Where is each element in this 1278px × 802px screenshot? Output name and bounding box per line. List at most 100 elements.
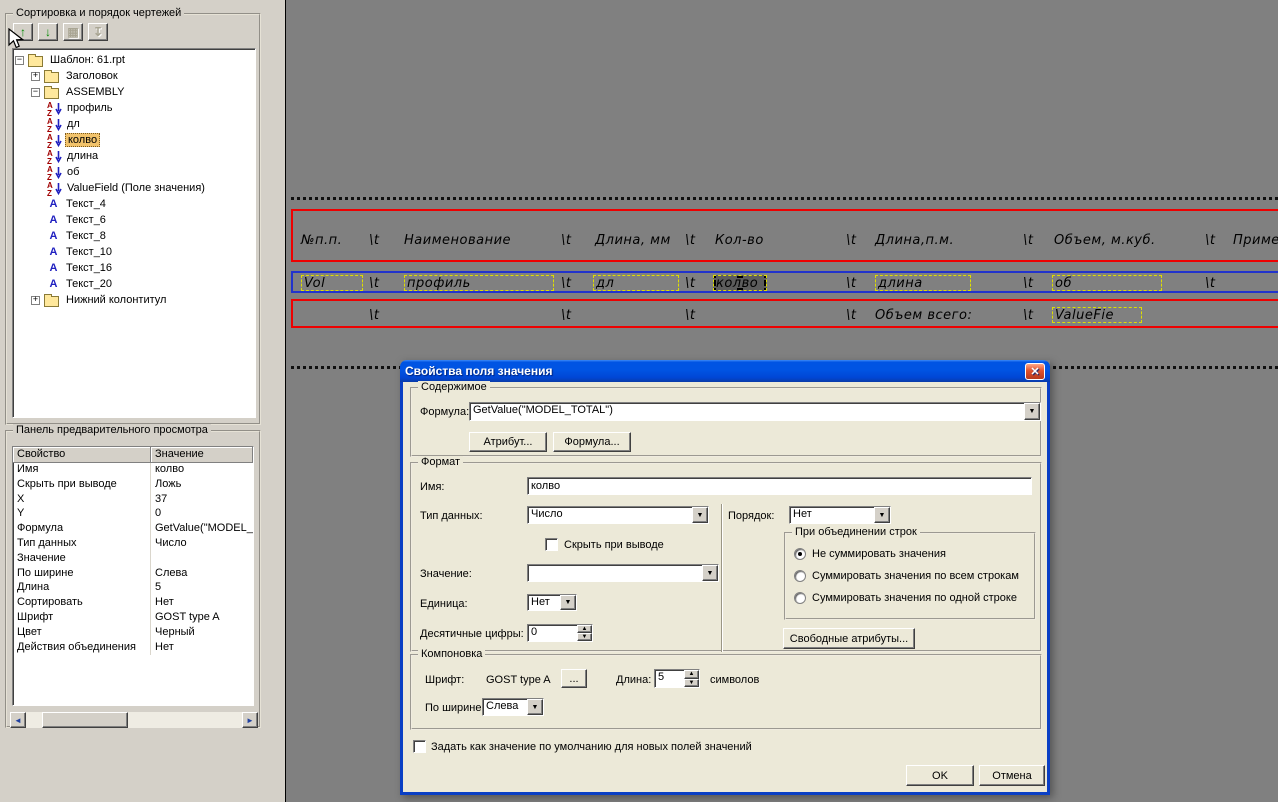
- template-cell[interactable]: Объем всего:: [875, 308, 972, 323]
- template-field[interactable]: профиль: [404, 275, 554, 291]
- hide-on-output-checkbox[interactable]: [545, 538, 558, 551]
- tree-item[interactable]: AZколво: [13, 132, 255, 148]
- length-spinner[interactable]: 5 ▲▼: [654, 669, 700, 688]
- selection-handle[interactable]: [764, 288, 767, 291]
- attribute-button[interactable]: Атрибут...: [469, 432, 547, 452]
- tree-item[interactable]: AТекст_10: [13, 244, 255, 260]
- template-cell[interactable]: \t: [369, 308, 379, 323]
- free-attributes-button[interactable]: Свободные атрибуты...: [783, 628, 915, 649]
- tree-item[interactable]: +Заголовок: [13, 68, 255, 84]
- property-row[interactable]: СортироватьНет: [13, 596, 253, 611]
- selection-handle[interactable]: [737, 275, 743, 278]
- close-icon[interactable]: ✕: [1025, 363, 1045, 380]
- merge-option[interactable]: Суммировать значения по одной строке: [794, 592, 1017, 604]
- template-cell[interactable]: \t: [561, 276, 571, 291]
- set-as-default-checkbox[interactable]: [413, 740, 426, 753]
- template-cell[interactable]: \t: [1205, 276, 1215, 291]
- tree-item-label[interactable]: Текст_8: [64, 230, 108, 242]
- property-row[interactable]: Длина5: [13, 581, 253, 596]
- property-row[interactable]: ЦветЧерный: [13, 626, 253, 641]
- template-cell[interactable]: Длина, мм: [595, 233, 671, 248]
- scroll-right-button[interactable]: ►: [242, 712, 258, 728]
- expand-icon[interactable]: +: [31, 72, 40, 81]
- tree-item-label[interactable]: ASSEMBLY: [64, 86, 127, 98]
- template-cell[interactable]: \t: [1023, 308, 1033, 323]
- tree-item-label[interactable]: профиль: [65, 102, 115, 114]
- value-combobox[interactable]: ▼: [527, 564, 719, 582]
- template-cell[interactable]: \t: [685, 233, 695, 248]
- radio-button-checked[interactable]: [794, 548, 806, 560]
- tree-item-label[interactable]: Нижний колонтитул: [64, 294, 168, 306]
- property-row[interactable]: Тип данныхЧисло: [13, 537, 253, 552]
- tree-item[interactable]: + Нижний колонтитул: [13, 292, 255, 308]
- tree-item-label[interactable]: ValueField (Поле значения): [65, 182, 207, 194]
- property-row[interactable]: ФормулаGetValue("MODEL_TO: [13, 522, 253, 537]
- selection-handle[interactable]: [764, 275, 767, 278]
- tree-item[interactable]: AТекст_16: [13, 260, 255, 276]
- property-row[interactable]: ШрифтGOST type A: [13, 611, 253, 626]
- property-row[interactable]: Имяколво: [13, 463, 253, 478]
- value-column-header[interactable]: Значение: [151, 447, 253, 463]
- tree-item-label[interactable]: Текст_16: [64, 262, 114, 274]
- template-cell[interactable]: \t: [1205, 233, 1215, 248]
- merge-option[interactable]: Не суммировать значения: [794, 548, 946, 560]
- template-cell[interactable]: №п.п.: [301, 233, 342, 248]
- tree-item[interactable]: AТекст_6: [13, 212, 255, 228]
- spinner-up-icon[interactable]: ▲: [577, 625, 592, 633]
- selection-handle[interactable]: [764, 280, 767, 286]
- template-field[interactable]: ValueFie: [1052, 307, 1142, 323]
- tree-item[interactable]: AТекст_4: [13, 196, 255, 212]
- template-cell[interactable]: Наименование: [404, 233, 511, 248]
- report-data-band[interactable]: Vol\tпрофиль\tдл\tколво\tдлина\tоб\t: [291, 271, 1278, 293]
- selection-handle[interactable]: [737, 288, 743, 291]
- merge-option[interactable]: Суммировать значения по всем строкам: [794, 570, 1019, 582]
- move-down-button[interactable]: ↓: [38, 23, 58, 41]
- tree-item-label[interactable]: Текст_10: [64, 246, 114, 258]
- template-cell[interactable]: \t: [561, 308, 571, 323]
- template-tree[interactable]: −Шаблон: 61.rpt+Заголовок−ASSEMBLYAZпроф…: [12, 48, 256, 418]
- chevron-down-icon[interactable]: ▼: [527, 699, 543, 715]
- tree-item-label[interactable]: длина: [65, 150, 100, 162]
- property-column-header[interactable]: Свойство: [13, 447, 151, 463]
- tree-item-label[interactable]: Текст_4: [64, 198, 108, 210]
- ok-button[interactable]: OK: [906, 765, 974, 786]
- tree-item[interactable]: −Шаблон: 61.rpt: [13, 52, 255, 68]
- template-cell[interactable]: Примеча: [1233, 233, 1278, 248]
- chevron-down-icon[interactable]: ▼: [692, 507, 708, 523]
- property-row[interactable]: Действия объединенияНет: [13, 641, 253, 656]
- template-field-selected[interactable]: колво: [713, 275, 767, 291]
- tree-item[interactable]: AZдлина: [13, 148, 255, 164]
- unit-combobox[interactable]: Нет ▼: [527, 594, 577, 611]
- chevron-down-icon[interactable]: ▼: [874, 507, 890, 523]
- template-field[interactable]: об: [1052, 275, 1162, 291]
- tree-item[interactable]: AZValueField (Поле значения): [13, 180, 255, 196]
- scrollbar-track[interactable]: [26, 712, 242, 728]
- tree-item[interactable]: AZдл: [13, 116, 255, 132]
- template-cell[interactable]: \t: [846, 276, 856, 291]
- scrollbar-thumb[interactable]: [42, 712, 128, 728]
- tree-item-label[interactable]: Шаблон: 61.rpt: [48, 54, 127, 66]
- expand-icon[interactable]: +: [31, 296, 40, 305]
- tree-item-label[interactable]: Текст_20: [64, 278, 114, 290]
- property-row[interactable]: Y0: [13, 507, 253, 522]
- template-cell[interactable]: \t: [369, 233, 379, 248]
- scroll-left-button[interactable]: ◄: [10, 712, 26, 728]
- cancel-button[interactable]: Отмена: [979, 765, 1045, 786]
- report-footer-band[interactable]: \t\t\t\tОбъем всего:\tValueFie: [291, 299, 1278, 328]
- tree-item[interactable]: −ASSEMBLY: [13, 84, 255, 100]
- template-cell[interactable]: \t: [685, 276, 695, 291]
- template-cell[interactable]: Кол-во: [715, 233, 764, 248]
- order-combobox[interactable]: Нет ▼: [789, 506, 891, 524]
- horizontal-scrollbar[interactable]: ◄ ►: [10, 712, 258, 728]
- formula-combobox[interactable]: GetValue("MODEL_TOTAL") ▼: [469, 402, 1041, 421]
- dialog-titlebar[interactable]: Свойства поля значения ✕: [400, 360, 1050, 382]
- property-grid[interactable]: Свойство Значение ИмяколвоСкрыть при выв…: [12, 446, 254, 706]
- tree-item[interactable]: AZпрофиль: [13, 100, 255, 116]
- radio-button[interactable]: [794, 570, 806, 582]
- chevron-down-icon[interactable]: ▼: [1024, 403, 1040, 420]
- template-field[interactable]: Vol: [301, 275, 363, 291]
- template-cell[interactable]: \t: [561, 233, 571, 248]
- spinner-up-icon[interactable]: ▲: [684, 670, 699, 679]
- template-cell[interactable]: Длина,п.м.: [875, 233, 954, 248]
- template-cell[interactable]: Объем, м.куб.: [1054, 233, 1156, 248]
